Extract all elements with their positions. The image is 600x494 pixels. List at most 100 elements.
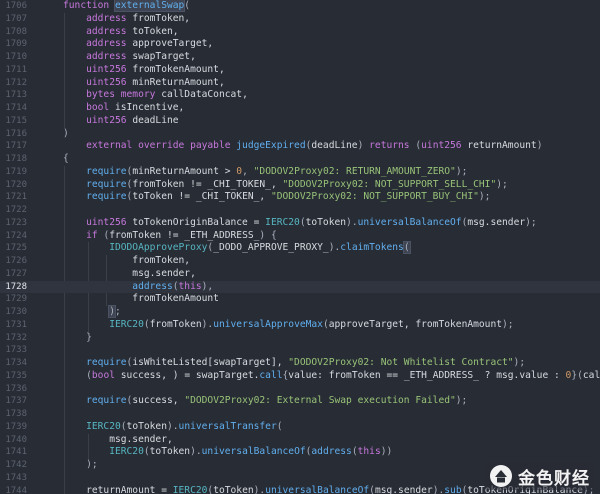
- code-token: IDODOApproveProxy: [63, 242, 208, 254]
- line-number: 1732: [5, 332, 27, 343]
- code-token: universalApproveMax: [213, 318, 323, 330]
- code-line[interactable]: 1732 }: [0, 332, 600, 345]
- code-token: if: [63, 229, 104, 241]
- code-token: "DODOV2Proxy02: NOT_SUPPORT_SELL_CHI": [282, 178, 497, 190]
- code-line[interactable]: 1706 function externalSwap(: [0, 0, 600, 13]
- code-token: );: [525, 216, 537, 228]
- code-token: bool: [63, 102, 115, 113]
- code-line[interactable]: 1736: [0, 383, 600, 396]
- code-token: toToken != _CHI_TOKEN_,: [132, 191, 271, 203]
- active-code-line[interactable]: 1728 address(this),: [0, 280, 600, 294]
- code-line[interactable]: 1722: [0, 204, 600, 217]
- code-line[interactable]: 1717 external override payable judgeExpi…: [0, 140, 600, 153]
- code-line[interactable]: 1713 bytes memory callDataConcat,: [0, 89, 600, 102]
- code-token: fromToken,: [63, 255, 191, 266]
- code-token: require: [63, 191, 127, 203]
- code-token: isWhiteListed[swapTarget],: [132, 357, 289, 368]
- code-token: deadLine: [311, 140, 358, 152]
- watermark: 金色财经: [485, 462, 594, 490]
- code-token: approveTarget,: [132, 38, 214, 50]
- code-token: );: [496, 178, 508, 190]
- code-line[interactable]: 1709 address approveTarget,: [0, 38, 600, 51]
- code-line[interactable]: 1740 msg.sender,: [0, 434, 600, 447]
- code-editor[interactable]: 1706 function externalSwap(1707 address f…: [0, 0, 600, 494]
- code-line[interactable]: 1725 IDODOApproveProxy (_DODO_APPROVE_PRO…: [0, 241, 600, 255]
- code-token: universalBalanceOf: [357, 216, 462, 228]
- code-text: ): [63, 128, 69, 141]
- code-token: uint256: [63, 216, 133, 228]
- code-token: msg.sender,: [63, 267, 196, 279]
- line-number: 1715: [5, 115, 27, 126]
- code-line[interactable]: 1708 address toToken,: [0, 26, 600, 39]
- code-text: );: [63, 305, 121, 319]
- code-line[interactable]: 1718 {: [0, 153, 600, 166]
- line-number: 1726: [5, 256, 27, 266]
- code-token: IERC20: [63, 420, 121, 432]
- code-text: bytes memory callDataConcat,: [63, 89, 248, 102]
- code-line[interactable]: 1733: [0, 344, 600, 357]
- code-token: ): [357, 140, 370, 152]
- code-line[interactable]: 1738: [0, 408, 600, 421]
- line-number: 1706: [5, 1, 27, 11]
- code-line[interactable]: 1734 require(isWhiteListed[swapTarget], …: [0, 357, 600, 370]
- code-line[interactable]: 1739 IERC20(toToken).universalTransfer(: [0, 421, 600, 434]
- code-line[interactable]: 1735 (bool success, ) = swapTarget.call{…: [0, 370, 600, 383]
- code-token: address: [63, 38, 133, 50]
- line-number: 1714: [5, 103, 27, 113]
- code-line[interactable]: 1727 msg.sender,: [0, 268, 600, 281]
- code-line[interactable]: 1716): [0, 128, 600, 141]
- line-number: 1727: [5, 268, 27, 279]
- code-line[interactable]: 1726 fromToken,: [0, 255, 600, 268]
- code-token: toToken: [149, 446, 191, 458]
- watermark-text: 金色财经: [518, 468, 590, 489]
- line-number: 1708: [5, 26, 27, 37]
- code-token: uint256: [63, 63, 133, 75]
- line-number: 1716: [5, 128, 27, 139]
- code-token: );: [63, 459, 98, 470]
- code-line[interactable]: 1730 );: [0, 305, 600, 319]
- code-token: "DODOV2Proxy02: External Swap execution …: [184, 395, 456, 407]
- line-number: 1731: [5, 319, 27, 330]
- line-number: 1741: [5, 447, 27, 458]
- code-line[interactable]: 1719 require(minReturnAmount > 0, "DODOV…: [0, 166, 600, 179]
- code-line[interactable]: 1712 uint256 minReturnAmount,: [0, 77, 600, 90]
- code-line[interactable]: 1720 require(fromToken != _CHI_TOKEN_, "…: [0, 179, 600, 192]
- code-token: require: [63, 178, 127, 190]
- code-token: success, ) = swapTarget.: [120, 369, 260, 381]
- code-text: IERC20(fromToken).universalApproveMax(ap…: [63, 318, 513, 332]
- code-token: ).: [253, 484, 266, 494]
- code-token: ) {: [259, 229, 277, 241]
- code-token: uint256: [63, 76, 133, 88]
- code-line[interactable]: 1724 if (fromToken != _ETH_ADDRESS_) {: [0, 230, 600, 243]
- code-token: approveTarget, fromTokenAmount: [328, 318, 503, 330]
- code-token: ).: [328, 242, 341, 254]
- code-token: universalBalanceOf: [201, 446, 306, 458]
- code-token: address: [63, 25, 133, 37]
- code-line[interactable]: 1715 uint256 deadLine: [0, 115, 600, 128]
- code-token: call: [259, 369, 283, 381]
- code-line[interactable]: 1731 IERC20(fromToken).universalApproveM…: [0, 319, 600, 332]
- line-number: 1738: [5, 409, 27, 419]
- code-line[interactable]: 1710 address swapTarget,: [0, 51, 600, 64]
- line-number: 1744: [5, 485, 27, 494]
- code-token: minReturnAmount >: [132, 165, 237, 177]
- code-line[interactable]: 1714 bool isIncentive,: [0, 102, 600, 115]
- code-line[interactable]: 1711 uint256 fromTokenAmount,: [0, 64, 600, 77]
- line-number: 1720: [5, 179, 27, 190]
- line-number: 1710: [5, 52, 27, 62]
- code-token: callDataConcat: [582, 369, 600, 381]
- code-line[interactable]: 1721 require(toToken != _CHI_TOKEN_, "DO…: [0, 191, 600, 204]
- code-token: universalTransfer: [178, 420, 277, 432]
- code-text: IERC20(toToken).universalTransfer(: [63, 420, 282, 434]
- line-number: 1723: [5, 217, 27, 228]
- code-text: require(isWhiteListed[swapTarget], "DODO…: [63, 357, 525, 370]
- code-line[interactable]: 1729 fromTokenAmount: [0, 293, 600, 306]
- code-line[interactable]: 1741 IERC20(toToken).universalBalanceOf(…: [0, 446, 600, 459]
- code-text: if (fromToken != _ETH_ADDRESS_) {: [63, 230, 277, 243]
- code-line[interactable]: 1723 uint256 toTokenOriginBalance = IERC…: [0, 217, 600, 230]
- code-line[interactable]: 1737 require(success, "DODOV2Proxy02: Ex…: [0, 395, 600, 408]
- code-line[interactable]: 1707 address fromToken,: [0, 13, 600, 26]
- code-token: ).: [432, 484, 445, 494]
- code-token: );: [513, 357, 526, 368]
- code-token: fromTokenAmount,: [132, 63, 225, 75]
